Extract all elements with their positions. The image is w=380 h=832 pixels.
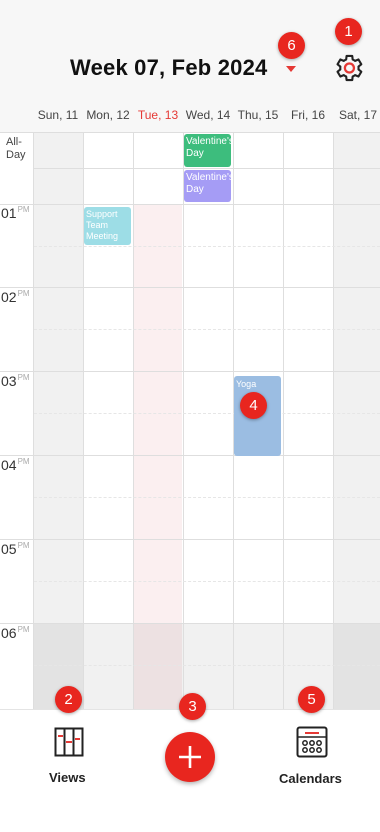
- hour-label-3pm: 03PM: [1, 373, 30, 389]
- day-header-fri[interactable]: Fri, 16: [283, 108, 333, 122]
- annotation-badge-6: 6: [278, 32, 305, 59]
- day-header-mon[interactable]: Mon, 12: [83, 108, 133, 122]
- annotation-badge-3: 3: [179, 693, 206, 720]
- day-header-wed[interactable]: Wed, 14: [183, 108, 233, 122]
- hour-label-1pm: 01PM: [1, 205, 30, 221]
- day-header-sat[interactable]: Sat, 17: [333, 108, 380, 122]
- day-header-sun[interactable]: Sun, 11: [33, 108, 83, 122]
- week-grid[interactable]: All- Day 01PM 02PM 03PM 04PM 05PM 06PM Va…: [0, 132, 380, 709]
- event-valentines-day-1[interactable]: Valentine's Day: [184, 134, 231, 167]
- calendars-icon[interactable]: [296, 726, 328, 758]
- annotation-badge-5: 5: [298, 686, 325, 713]
- day-header-thu[interactable]: Thu, 15: [233, 108, 283, 122]
- views-label[interactable]: Views: [49, 770, 86, 785]
- week-title[interactable]: Week 07, Feb 2024: [70, 55, 267, 81]
- all-day-label: All- Day: [6, 136, 26, 161]
- evening-shade: [34, 623, 380, 709]
- hour-label-2pm: 02PM: [1, 289, 30, 305]
- top-bar: Week 07, Feb 2024 Sun, 11 Mon, 12 Tue, 1…: [0, 0, 380, 132]
- hour-label-4pm: 04PM: [1, 457, 30, 473]
- day-header-tue-today[interactable]: Tue, 13: [133, 108, 183, 122]
- event-support-team-meeting[interactable]: Support Team Meeting: [84, 207, 131, 245]
- chevron-down-icon[interactable]: [286, 66, 296, 72]
- event-valentines-day-2[interactable]: Valentine's Day: [184, 170, 231, 202]
- views-icon[interactable]: [54, 727, 84, 757]
- plus-icon: [179, 746, 201, 768]
- annotation-badge-4: 4: [240, 392, 267, 419]
- add-event-button[interactable]: [165, 732, 215, 782]
- annotation-badge-1: 1: [335, 18, 362, 45]
- hour-label-6pm: 06PM: [1, 625, 30, 641]
- calendars-label[interactable]: Calendars: [279, 771, 342, 786]
- hour-label-5pm: 05PM: [1, 541, 30, 557]
- annotation-badge-2: 2: [55, 686, 82, 713]
- gear-icon[interactable]: [331, 51, 365, 85]
